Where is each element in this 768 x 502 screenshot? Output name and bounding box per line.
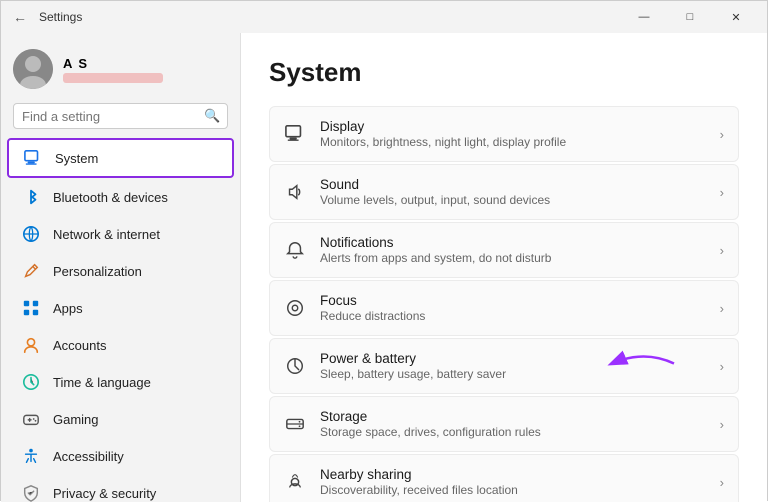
page-title: System bbox=[269, 57, 739, 88]
focus-text: FocusReduce distractions bbox=[320, 293, 706, 323]
notifications-icon bbox=[284, 239, 306, 261]
display-name: Display bbox=[320, 119, 706, 134]
notifications-text: NotificationsAlerts from apps and system… bbox=[320, 235, 706, 265]
setting-item-display[interactable]: DisplayMonitors, brightness, night light… bbox=[269, 106, 739, 162]
main-layout: A S 🔍 System Bluetooth & devices Network &… bbox=[1, 33, 767, 502]
sound-icon bbox=[284, 181, 306, 203]
app-title: Settings bbox=[39, 10, 82, 24]
sidebar-item-label-personalization: Personalization bbox=[53, 264, 142, 279]
sidebar-nav: System Bluetooth & devices Network & inter… bbox=[1, 137, 240, 502]
sound-name: Sound bbox=[320, 177, 706, 192]
display-icon bbox=[284, 123, 306, 145]
sidebar-item-bluetooth[interactable]: Bluetooth & devices bbox=[7, 179, 234, 215]
sidebar-item-label-time: Time & language bbox=[53, 375, 151, 390]
sidebar-item-privacy[interactable]: Privacy & security bbox=[7, 475, 234, 502]
sidebar-item-label-apps: Apps bbox=[53, 301, 83, 316]
notifications-chevron: › bbox=[720, 243, 724, 258]
display-chevron: › bbox=[720, 127, 724, 142]
focus-desc: Reduce distractions bbox=[320, 309, 706, 323]
sidebar-item-label-gaming: Gaming bbox=[53, 412, 99, 427]
bluetooth-icon bbox=[21, 187, 41, 207]
setting-item-focus[interactable]: FocusReduce distractions › bbox=[269, 280, 739, 336]
storage-desc: Storage space, drives, configuration rul… bbox=[320, 425, 706, 439]
sidebar-item-accessibility[interactable]: Accessibility bbox=[7, 438, 234, 474]
focus-chevron: › bbox=[720, 301, 724, 316]
sidebar-item-label-network: Network & internet bbox=[53, 227, 160, 242]
titlebar: ← Settings — □ ✕ bbox=[1, 1, 767, 33]
setting-item-nearby-sharing[interactable]: Nearby sharingDiscoverability, received … bbox=[269, 454, 739, 502]
storage-name: Storage bbox=[320, 409, 706, 424]
nearby-sharing-text: Nearby sharingDiscoverability, received … bbox=[320, 467, 706, 497]
close-button[interactable]: ✕ bbox=[713, 1, 759, 33]
focus-name: Focus bbox=[320, 293, 706, 308]
nearby-sharing-icon bbox=[284, 471, 306, 493]
privacy-icon bbox=[21, 483, 41, 502]
sidebar: A S 🔍 System Bluetooth & devices Network &… bbox=[1, 33, 241, 502]
sound-desc: Volume levels, output, input, sound devi… bbox=[320, 193, 706, 207]
power-battery-icon bbox=[284, 355, 306, 377]
power-battery-chevron: › bbox=[720, 359, 724, 374]
storage-text: StorageStorage space, drives, configurat… bbox=[320, 409, 706, 439]
content-area: System DisplayMonitors, brightness, nigh… bbox=[241, 33, 767, 502]
sidebar-item-label-bluetooth: Bluetooth & devices bbox=[53, 190, 168, 205]
maximize-button[interactable]: □ bbox=[667, 1, 713, 33]
sound-text: SoundVolume levels, output, input, sound… bbox=[320, 177, 706, 207]
sidebar-item-gaming[interactable]: Gaming bbox=[7, 401, 234, 437]
search-bar[interactable]: 🔍 bbox=[13, 103, 228, 129]
minimize-button[interactable]: — bbox=[621, 1, 667, 33]
nearby-sharing-name: Nearby sharing bbox=[320, 467, 706, 482]
focus-icon bbox=[284, 297, 306, 319]
user-info: A S bbox=[63, 56, 163, 83]
setting-item-storage[interactable]: StorageStorage space, drives, configurat… bbox=[269, 396, 739, 452]
setting-item-sound[interactable]: SoundVolume levels, output, input, sound… bbox=[269, 164, 739, 220]
apps-icon bbox=[21, 298, 41, 318]
sidebar-item-time[interactable]: Time & language bbox=[7, 364, 234, 400]
storage-icon bbox=[284, 413, 306, 435]
system-icon bbox=[23, 148, 43, 168]
sidebar-item-network[interactable]: Network & internet bbox=[7, 216, 234, 252]
storage-chevron: › bbox=[720, 417, 724, 432]
nearby-sharing-chevron: › bbox=[720, 475, 724, 490]
power-battery-arrow-annotation bbox=[604, 350, 684, 383]
personalization-icon bbox=[21, 261, 41, 281]
setting-item-notifications[interactable]: NotificationsAlerts from apps and system… bbox=[269, 222, 739, 278]
sidebar-item-label-accessibility: Accessibility bbox=[53, 449, 124, 464]
notifications-desc: Alerts from apps and system, do not dist… bbox=[320, 251, 706, 265]
setting-item-power-battery[interactable]: Power & batterySleep, battery usage, bat… bbox=[269, 338, 739, 394]
sidebar-item-system[interactable]: System bbox=[7, 138, 234, 178]
notifications-name: Notifications bbox=[320, 235, 706, 250]
nearby-sharing-desc: Discoverability, received files location bbox=[320, 483, 706, 497]
user-email-bar bbox=[63, 73, 163, 83]
sound-chevron: › bbox=[720, 185, 724, 200]
display-text: DisplayMonitors, brightness, night light… bbox=[320, 119, 706, 149]
gaming-icon bbox=[21, 409, 41, 429]
settings-list: DisplayMonitors, brightness, night light… bbox=[269, 106, 739, 502]
sidebar-item-label-system: System bbox=[55, 151, 98, 166]
sidebar-item-label-accounts: Accounts bbox=[53, 338, 106, 353]
sidebar-item-personalization[interactable]: Personalization bbox=[7, 253, 234, 289]
window-controls: — □ ✕ bbox=[621, 1, 759, 33]
back-button[interactable]: ← bbox=[13, 9, 27, 25]
display-desc: Monitors, brightness, night light, displ… bbox=[320, 135, 706, 149]
user-profile[interactable]: A S bbox=[1, 33, 240, 99]
sidebar-item-accounts[interactable]: Accounts bbox=[7, 327, 234, 363]
sidebar-item-apps[interactable]: Apps bbox=[7, 290, 234, 326]
user-initials: A S bbox=[63, 56, 163, 71]
accessibility-icon bbox=[21, 446, 41, 466]
avatar bbox=[13, 49, 53, 89]
search-input[interactable] bbox=[22, 109, 198, 124]
network-icon bbox=[21, 224, 41, 244]
sidebar-item-label-privacy: Privacy & security bbox=[53, 486, 156, 501]
accounts-icon bbox=[21, 335, 41, 355]
search-icon: 🔍 bbox=[204, 108, 220, 124]
time-icon bbox=[21, 372, 41, 392]
